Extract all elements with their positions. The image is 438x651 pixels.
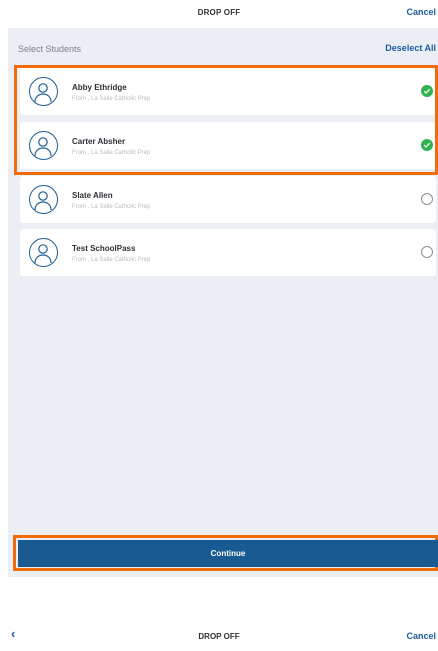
student-card[interactable]: Slate Allen From , La Salle Catholic Pre… (20, 176, 436, 223)
student-name: Slate Allen (72, 191, 113, 200)
radio-unchecked-icon[interactable] (421, 246, 433, 258)
cancel-button[interactable]: Cancel (406, 7, 436, 17)
selected-students-highlight (14, 65, 438, 175)
bottom-nav-bar: ‹ DROP OFF Cancel (0, 622, 438, 651)
section-label: Select Students (18, 44, 82, 54)
footer-cancel-button[interactable]: Cancel (406, 631, 436, 641)
deselect-all-button[interactable]: Deselect All (385, 43, 436, 53)
continue-button[interactable]: Continue (18, 540, 438, 567)
radio-unchecked-icon[interactable] (421, 193, 433, 205)
student-card[interactable]: Test SchoolPass From , La Salle Catholic… (20, 229, 436, 276)
student-school: From , La Salle Catholic Prep (72, 204, 151, 210)
student-name: Test SchoolPass (72, 244, 136, 253)
footer-title: DROP OFF (198, 632, 240, 641)
avatar-icon (29, 185, 58, 214)
screen-title: DROP OFF (197, 8, 241, 17)
avatar-icon (29, 238, 58, 267)
top-nav-bar: DROP OFF Cancel (0, 0, 438, 28)
student-school: From , La Salle Catholic Prep (72, 257, 151, 263)
